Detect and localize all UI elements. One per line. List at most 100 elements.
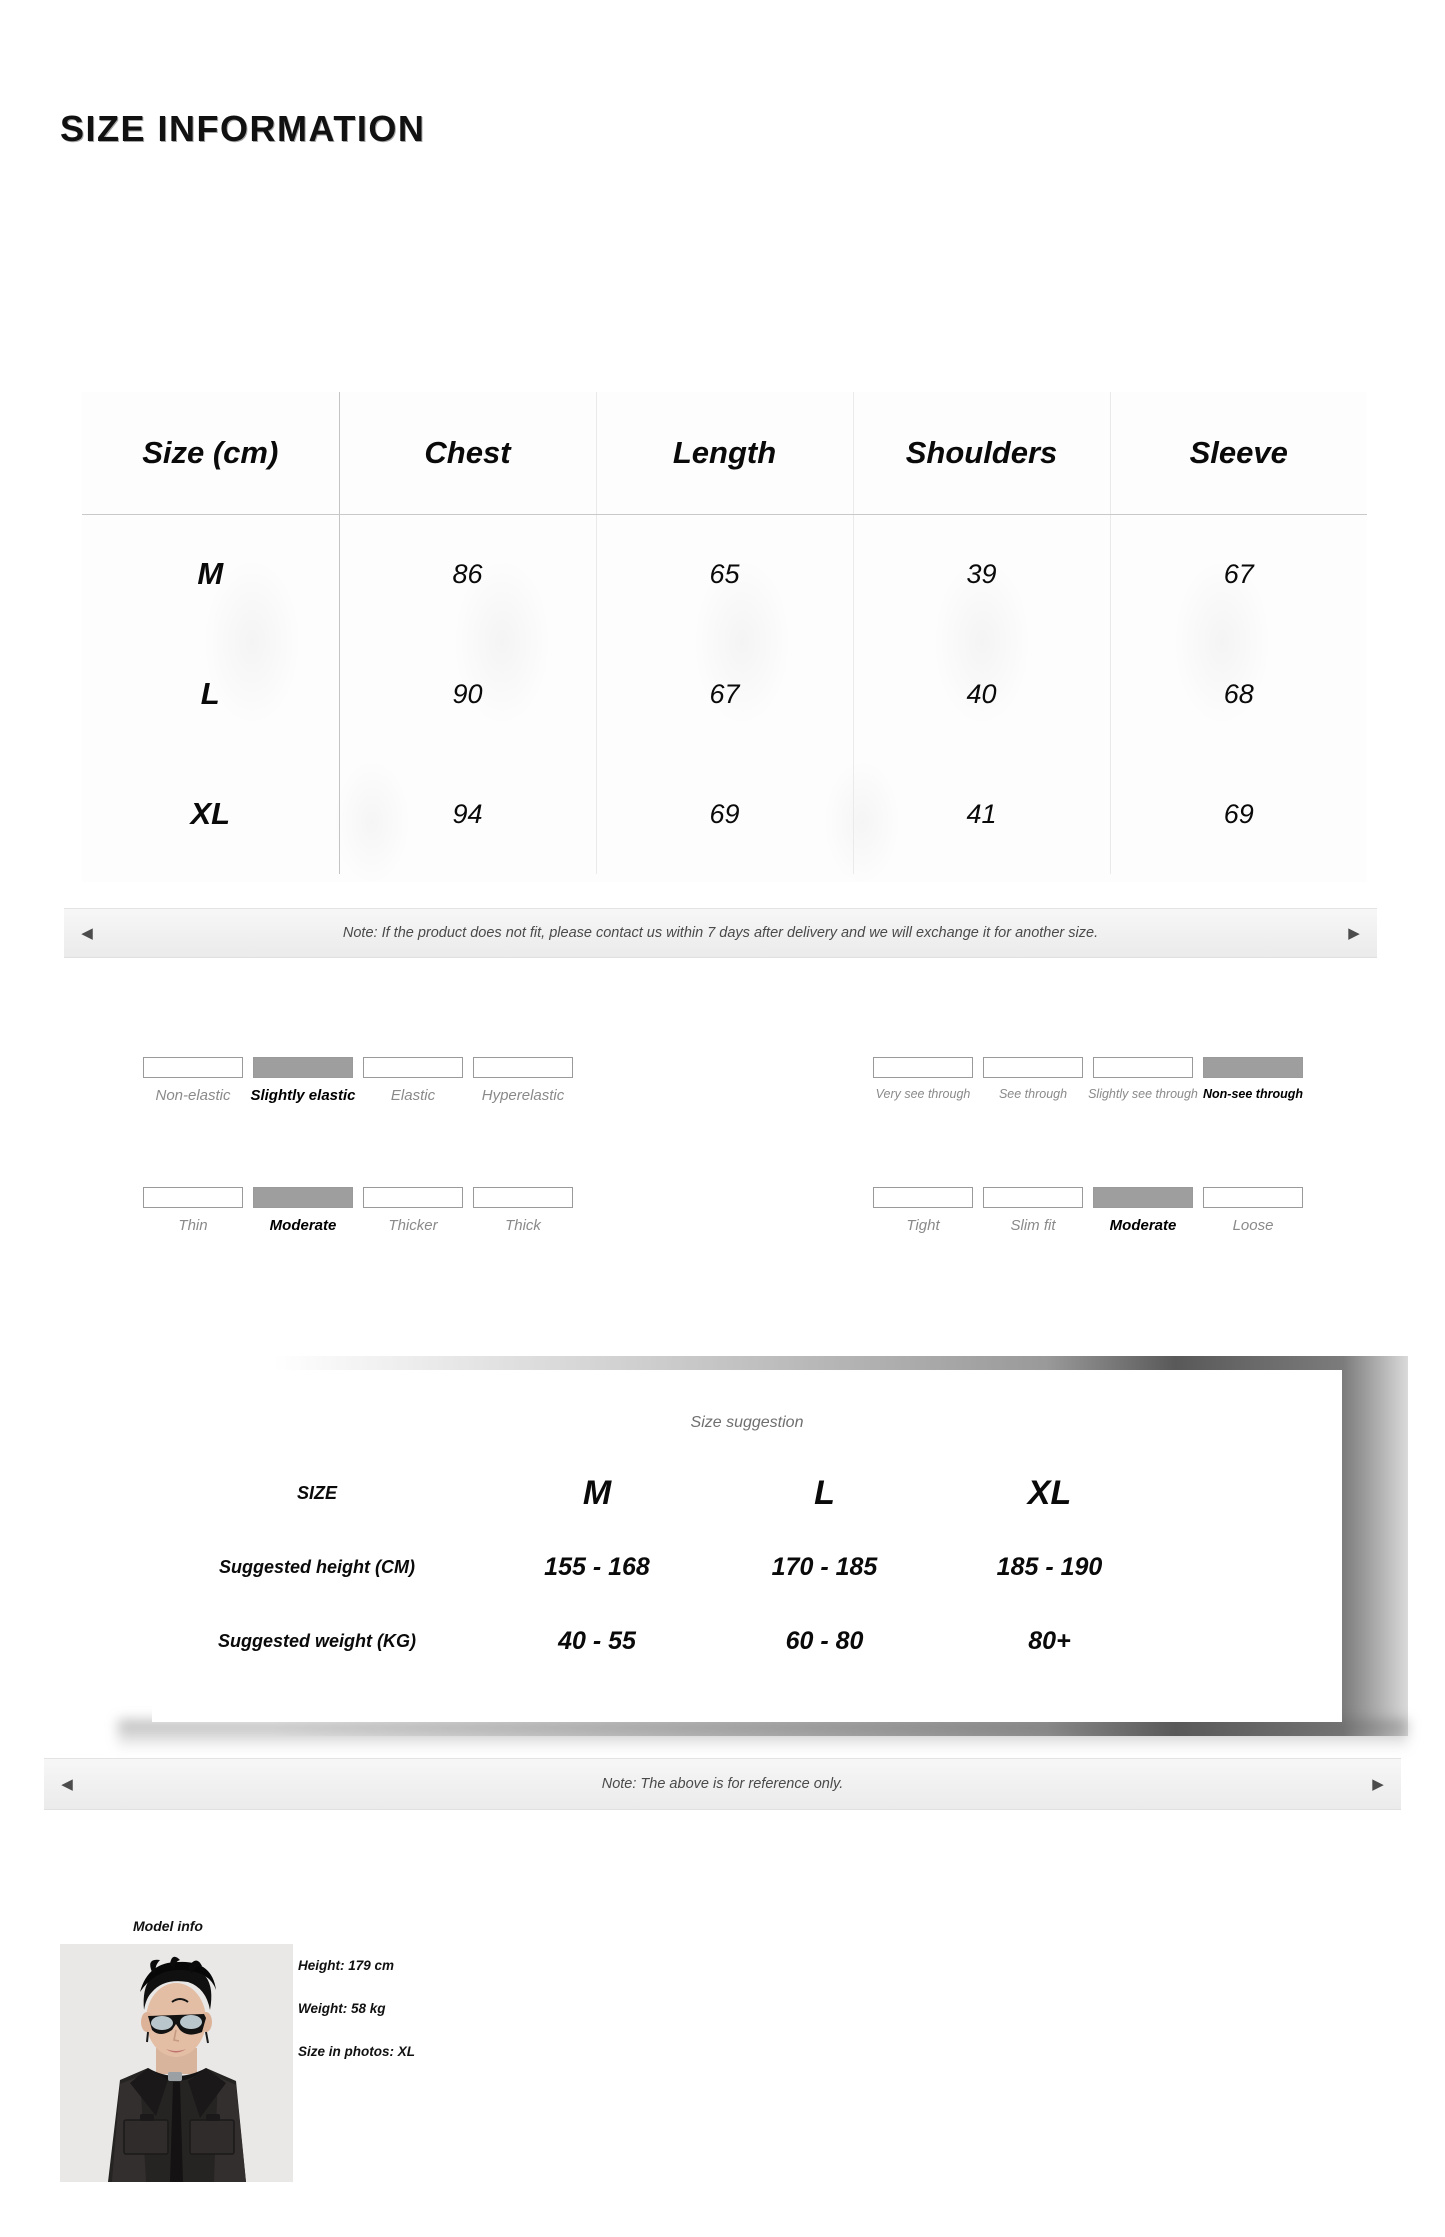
suggestion-row-label-size: SIZE [296,1482,337,1503]
swatch-icon-selected [1093,1187,1193,1208]
cell-size-l: L [82,634,340,754]
sheerness-option-non-see-through[interactable]: Non-see through [1198,1057,1308,1101]
swatch-icon [363,1187,463,1208]
elasticity-label-3: Hyperelastic [481,1087,565,1104]
cell-chest-l: 90 [338,634,596,754]
thickness-option-thin[interactable]: Thin [138,1187,248,1234]
swatch-icon [473,1057,573,1078]
property-group-elasticity: Non-elastic Slightly elastic Elastic Hyp… [138,1057,578,1104]
model-info-title: Model info [133,1918,203,1934]
page-title: SIZE INFORMATION [60,108,426,149]
thickness-option-moderate[interactable]: Moderate [248,1187,358,1234]
size-table-header-shoulders: Shoulders [852,392,1110,515]
note-bar-exchange-policy: ◀ Note: If the product does not fit, ple… [64,908,1377,958]
table-row: SIZE M L XL [152,1456,1342,1530]
size-table-header-row: Size (cm) Chest Length Shoulders Sleeve [82,392,1367,515]
arrow-right-icon[interactable]: ▶ [1355,1777,1401,1792]
swatch-icon-selected [1203,1057,1303,1078]
cell-size-m: M [82,514,340,634]
cell-chest-xl: 94 [338,754,596,874]
fit-option-slim-fit[interactable]: Slim fit [978,1187,1088,1234]
table-row: M 86 65 39 67 [82,514,1367,634]
elasticity-label-1: Slightly elastic [250,1087,356,1104]
suggestion-height-xl: 185 - 190 [996,1552,1103,1581]
note-text-exchange-policy: Note: If the product does not fit, pleas… [342,925,1099,941]
suggestion-size-xl: XL [1027,1473,1072,1512]
swatch-icon [143,1057,243,1078]
suggestion-spacer [1162,1530,1342,1604]
fit-option-loose[interactable]: Loose [1198,1187,1308,1234]
model-size-in-photos: Size in photos: XL [298,2044,415,2059]
elasticity-option-hyperelastic[interactable]: Hyperelastic [468,1057,578,1104]
table-row: XL 94 69 41 69 [82,754,1367,874]
thickness-option-thicker[interactable]: Thicker [358,1187,468,1234]
swatch-icon [363,1057,463,1078]
model-photo [60,1944,293,2182]
property-group-sheerness: Very see through See through Slightly se… [868,1057,1308,1101]
sheerness-option-very-see-through[interactable]: Very see through [868,1057,978,1101]
elasticity-option-slightly-elastic[interactable]: Slightly elastic [248,1057,358,1104]
sheerness-option-see-through[interactable]: See through [978,1057,1088,1101]
size-suggestion-title: Size suggestion [690,1414,804,1431]
suggestion-size-l: L [814,1473,835,1512]
sheerness-label-2: Slightly see through [1088,1087,1198,1101]
arrow-right-icon[interactable]: ▶ [1331,926,1377,941]
cell-sleeve-l: 68 [1109,634,1367,754]
thickness-label-2: Thicker [388,1217,438,1234]
size-table-header-size: Size (cm) [82,392,340,515]
swatch-icon [1093,1057,1193,1078]
cell-length-xl: 69 [595,754,853,874]
elasticity-option-non-elastic[interactable]: Non-elastic [138,1057,248,1104]
thickness-option-thick[interactable]: Thick [468,1187,578,1234]
fit-label-0: Tight [906,1217,940,1234]
arrow-left-icon[interactable]: ◀ [44,1777,90,1792]
swatch-icon [143,1187,243,1208]
note-bar-reference-only: ◀ Note: The above is for reference only.… [44,1758,1401,1810]
suggestion-size-m: M [582,1473,612,1512]
cell-sleeve-m: 67 [1109,514,1367,634]
elasticity-option-elastic[interactable]: Elastic [358,1057,468,1104]
swatch-icon [873,1187,973,1208]
suggestion-row-label-height: Suggested height (CM) [219,1556,415,1577]
fit-label-2: Moderate [1109,1217,1177,1234]
size-table-container: Size (cm) Chest Length Shoulders Sleeve … [82,392,1367,882]
cell-shoulders-m: 39 [852,514,1110,634]
suggestion-weight-xl: 80+ [1028,1626,1071,1655]
fit-option-tight[interactable]: Tight [868,1187,978,1234]
fit-label-1: Slim fit [1010,1217,1056,1234]
swatch-icon-selected [253,1057,353,1078]
model-height: Height: 179 cm [298,1958,395,1973]
size-suggestion-table: SIZE M L XL Suggested height (CM) 155 - … [152,1456,1342,1678]
fit-option-moderate[interactable]: Moderate [1088,1187,1198,1234]
cell-shoulders-l: 40 [852,634,1110,754]
property-group-fit: Tight Slim fit Moderate Loose [868,1187,1308,1234]
sheerness-label-3: Non-see through [1203,1087,1303,1101]
sheerness-label-0: Very see through [875,1087,971,1101]
table-row: Suggested height (CM) 155 - 168 170 - 18… [152,1530,1342,1604]
arrow-left-icon[interactable]: ◀ [64,926,110,941]
cell-chest-m: 86 [338,514,596,634]
swatch-icon-selected [253,1187,353,1208]
size-table: Size (cm) Chest Length Shoulders Sleeve … [82,392,1367,874]
size-table-header-length: Length [595,392,853,515]
thickness-label-3: Thick [505,1217,541,1234]
model-photo-illustration [60,1944,293,2182]
fit-label-3: Loose [1232,1217,1274,1234]
cell-length-m: 65 [595,514,853,634]
property-group-thickness: Thin Moderate Thicker Thick [138,1187,578,1234]
model-weight: Weight: 58 kg [298,2001,386,2016]
size-table-header-sleeve: Sleeve [1109,392,1367,515]
size-table-header-chest: Chest [338,392,596,515]
swatch-icon [983,1187,1083,1208]
note-text-reference-only: Note: The above is for reference only. [601,1776,844,1792]
swatch-icon [873,1057,973,1078]
suggestion-row-label-weight: Suggested weight (KG) [218,1630,416,1651]
suggestion-height-m: 155 - 168 [544,1552,650,1581]
suggestion-weight-l: 60 - 80 [785,1626,864,1655]
cell-shoulders-xl: 41 [852,754,1110,874]
sheerness-option-slightly-see-through[interactable]: Slightly see through [1088,1057,1198,1101]
model-info-lines: Height: 179 cm Weight: 58 kg Size in pho… [298,1958,618,2087]
thickness-label-0: Thin [178,1217,208,1234]
elasticity-label-0: Non-elastic [155,1087,231,1104]
cell-sleeve-xl: 69 [1109,754,1367,874]
